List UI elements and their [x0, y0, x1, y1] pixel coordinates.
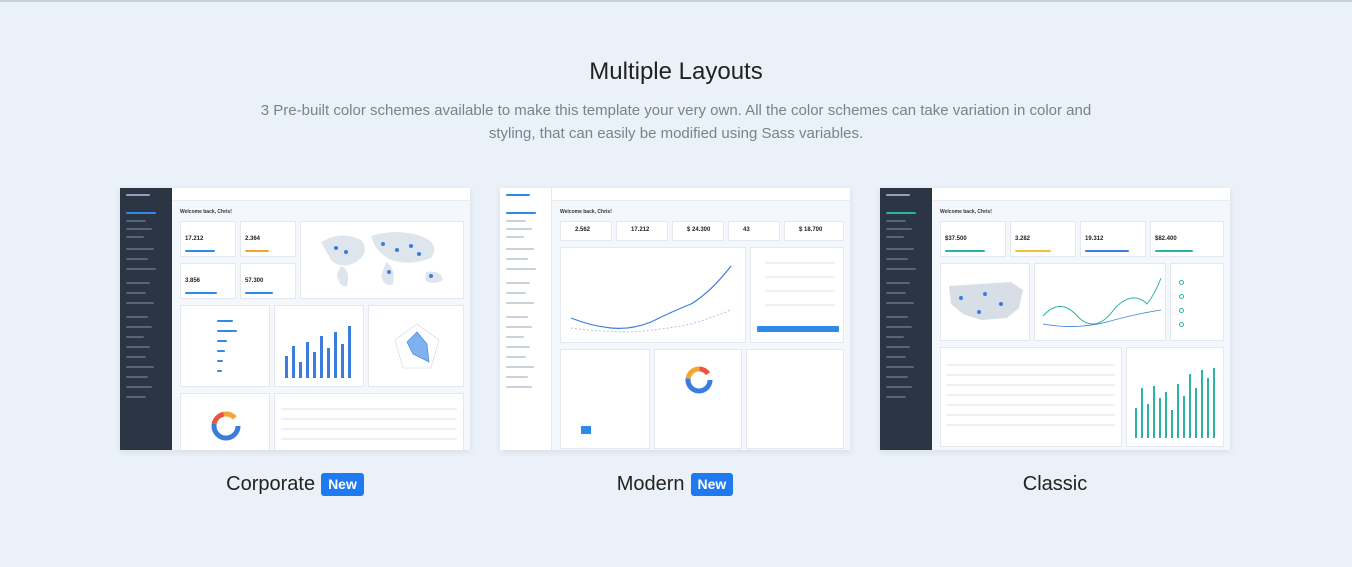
preview-sidebar — [120, 188, 172, 450]
modern-label: Modern — [616, 473, 685, 495]
corporate-caption[interactable]: Corporate New — [120, 473, 470, 496]
preview-sidebar — [500, 188, 552, 450]
usa-map — [940, 263, 1030, 341]
world-map — [300, 221, 464, 299]
modern-preview-image[interactable]: Welcome back, Chris! 2.562 17.212 $ 24.3… — [500, 188, 850, 450]
modern-caption[interactable]: Modern New — [500, 473, 850, 496]
section-title: Multiple Layouts — [589, 58, 763, 85]
new-badge: New — [690, 473, 734, 496]
section-description: 3 Pre-built color schemes available to m… — [260, 102, 1092, 142]
classic-caption[interactable]: Classic — [880, 473, 1230, 496]
classic-label: Classic — [1022, 473, 1088, 495]
preview-sidebar — [880, 188, 932, 450]
corporate-label: Corporate — [226, 473, 316, 495]
corporate-preview-image[interactable]: Welcome back, Chris! 17.212 2.364 3.856 … — [120, 188, 470, 450]
classic-preview-image[interactable]: Welcome back, Chris! $37.500 3.282 19.31… — [880, 188, 1230, 450]
new-badge: New — [321, 473, 364, 496]
